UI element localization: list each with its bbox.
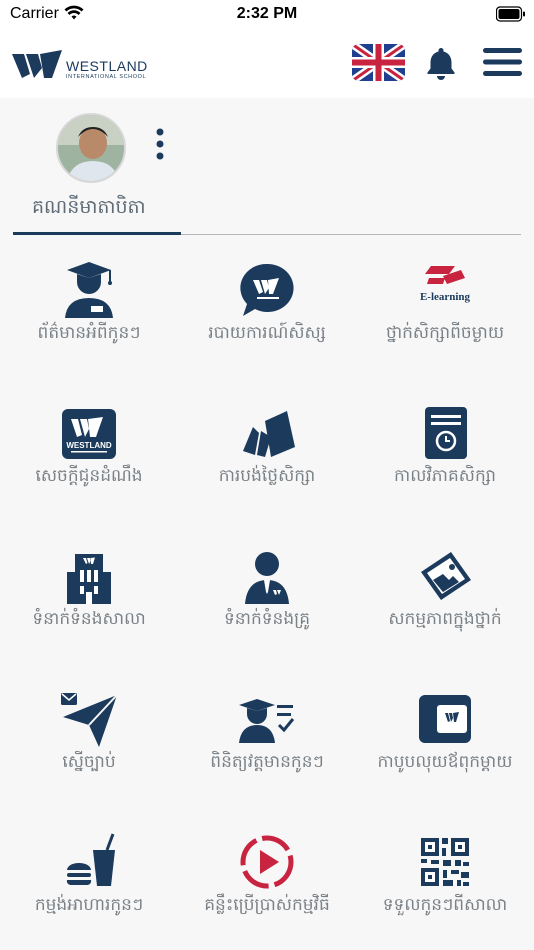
menu-item-label: សេចក្តីជូនដំណឹង [35,466,143,486]
notification-bell-icon[interactable] [426,46,456,80]
menu-item-student-info[interactable]: ព័ត៌មានអំពីកូនៗ [0,250,178,380]
payment-cards-icon [243,411,295,457]
menu-item-label: ទំនាក់ទំនងគ្រូ [224,609,310,629]
menu-item-announcements[interactable]: WESTLAND សេចក្តីជូនដំណឹង [0,393,178,523]
menu-item-label: សកម្មភាពក្នុងថ្នាក់ [388,609,502,629]
menu-item-distance-learning[interactable]: E-learning ថ្នាក់សិក្សាពីចម្ងាយ [356,250,534,380]
tab-active-indicator [13,232,181,235]
app-header: WESTLAND INTERNATIONAL SCHOOL [0,30,534,98]
menu-item-class-schedule[interactable]: កាលវិភាគសិក្សា [356,393,534,523]
menu-item-label: ទទួលកូនៗពីសាលា [382,895,508,915]
teacher-icon [245,552,289,604]
menu-item-tuition-payment[interactable]: ការបង់ថ្លៃសិក្សា [178,393,356,523]
logo-name: WESTLAND [66,58,148,74]
e-learning-icon: E-learning [420,266,471,303]
menu-item-label: ពិនិត្យវត្តមានកូនៗ [210,752,324,772]
language-flag-button[interactable] [352,44,405,81]
menu-item-app-tips[interactable]: គន្លឹះប្រើប្រាស់កម្មវិធី [178,822,356,950]
uk-flag-icon [352,44,405,81]
westland-logo-icon: WESTLAND [62,409,116,459]
video-tips-icon [240,835,294,889]
logo-subtitle: INTERNATIONAL SCHOOL [66,74,147,80]
menu-item-label: កម្មង់អាហារកូនៗ [34,895,144,915]
menu-item-contact-school[interactable]: ទំនាក់ទំនងសាលា [0,536,178,666]
paper-plane-icon [61,693,118,747]
schedule-book-icon [425,407,467,459]
menu-item-check-attendance[interactable]: ពិនិត្យវត្តមានកូនៗ [178,679,356,809]
food-order-icon [66,833,115,886]
menu-item-class-activities[interactable]: សកម្មភាពក្នុងថ្នាក់ [356,536,534,666]
menu-item-label: ទំនាក់ទំនងសាលា [32,609,146,629]
menu-item-student-report[interactable]: របាយការណ៍សិស្ស [178,250,356,380]
more-options-icon[interactable] [152,128,168,160]
menu-item-label: របាយការណ៍សិស្ស [208,323,326,343]
graduate-icon [65,262,113,318]
avatar-photo [58,115,124,181]
e-learning-text: E-learning [420,291,471,303]
menu-item-label: កាបូបលុយឪពុកម្តាយ [377,752,513,772]
westland-icon-text: WESTLAND [66,441,112,450]
clock-time: 2:32 PM [236,5,298,22]
school-building-icon [67,554,111,604]
chat-bubble-logo-icon [240,263,294,316]
menu-item-label: ការបង់ថ្លៃសិក្សា [218,466,316,486]
menu-item-label: ស្នើច្បាប់ [62,752,116,772]
tab-parent-account[interactable]: គណនីមាតាបិតា [32,195,146,223]
menu-item-contact-teacher[interactable]: ទំនាក់ទំនងគ្រូ [178,536,356,666]
menu-item-label: ព័ត៌មានអំពីកូនៗ [37,323,141,343]
photo-icon [421,552,471,600]
hamburger-menu-icon[interactable] [483,48,522,76]
avatar[interactable] [56,113,126,183]
status-bar: Carrier 2:32 PM [0,0,534,30]
profile-section: គណនីមាតាបិតា [0,98,534,238]
battery-icon [496,6,525,22]
menu-item-label: កាលវិភាគសិក្សា [394,466,496,486]
menu-item-label: គន្លឹះប្រើប្រាស់កម្មវិធី [204,895,330,915]
wallet-icon [419,695,471,743]
menu-item-pickup[interactable]: ទទួលកូនៗពីសាលា [356,822,534,950]
qr-code-icon [421,838,469,886]
menu-item-parent-wallet[interactable]: កាបូបលុយឪពុកម្តាយ [356,679,534,809]
attendance-icon [239,699,295,743]
menu-item-label: ថ្នាក់សិក្សាពីចម្ងាយ [385,323,505,343]
menu-item-order-food[interactable]: កម្មង់អាហារកូនៗ [0,822,178,950]
menu-item-leave-request[interactable]: ស្នើច្បាប់ [0,679,178,809]
